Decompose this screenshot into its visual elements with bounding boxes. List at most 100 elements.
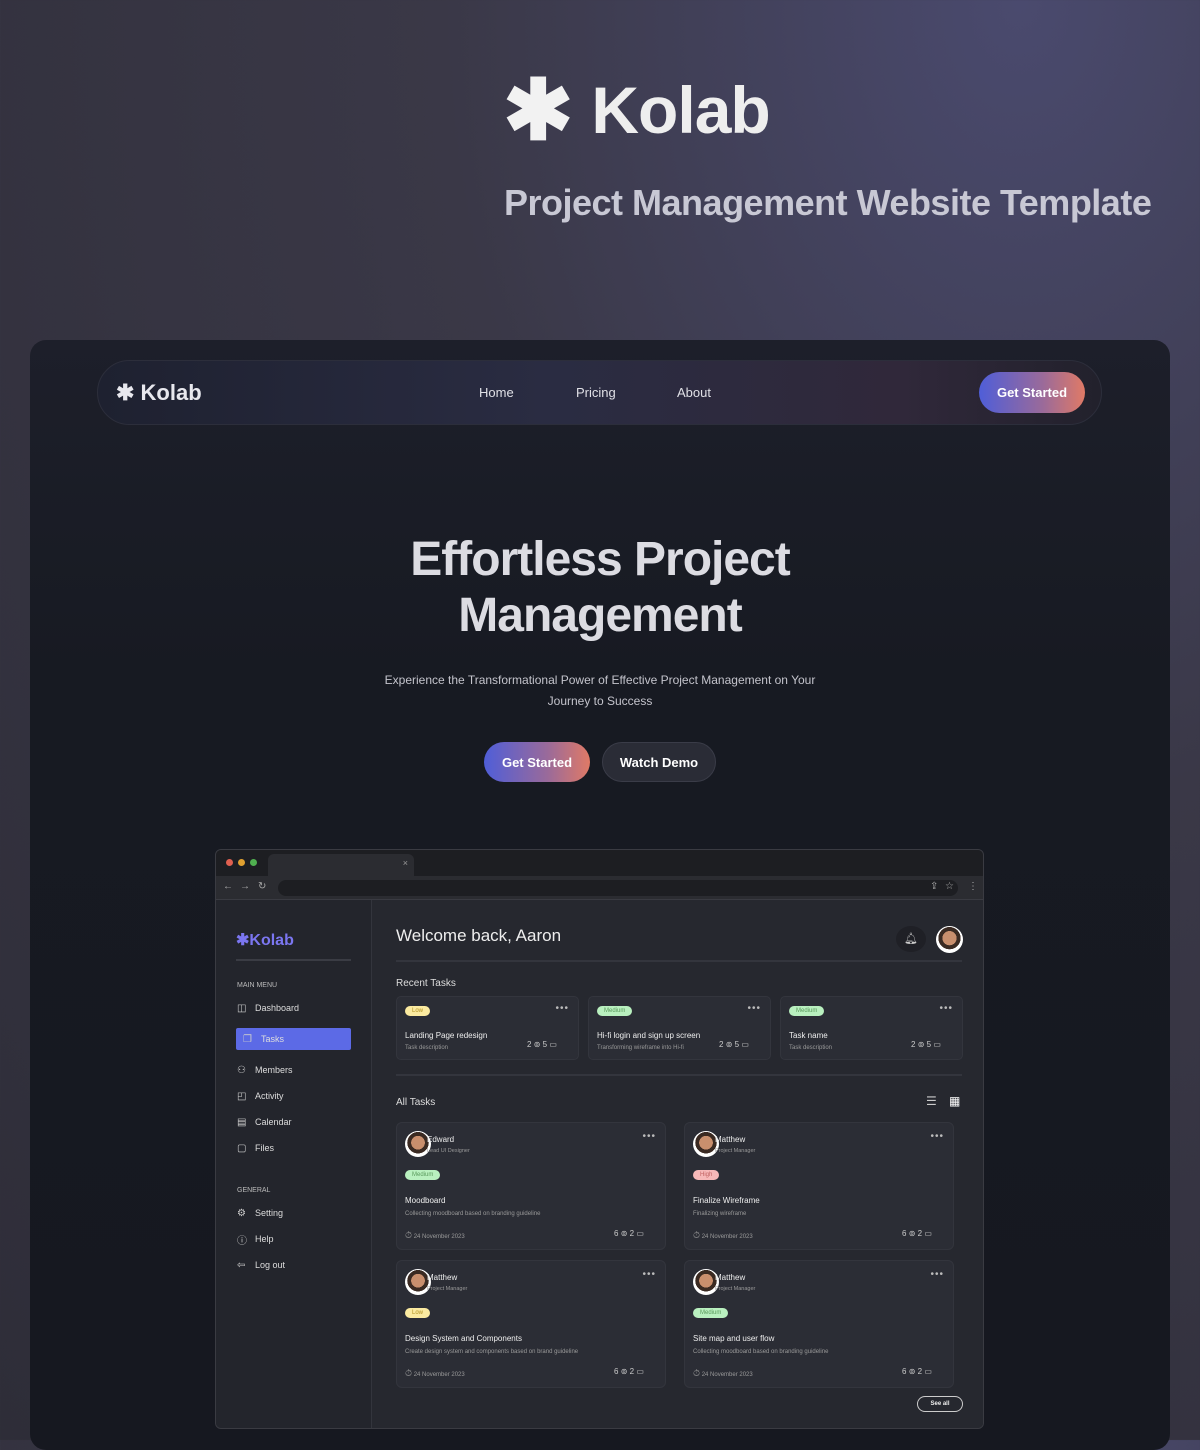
attachment-count: 6 ⊚ 2 ▭	[614, 1367, 644, 1376]
comment-icon: ▭	[924, 1229, 932, 1238]
more-icon[interactable]: •••	[747, 1003, 761, 1014]
recent-task-card[interactable]: Medium ••• Task name Task description 2 …	[780, 996, 963, 1060]
divider	[396, 1074, 962, 1076]
assignee-role: Project Manager	[715, 1148, 756, 1154]
more-icon[interactable]: •••	[930, 1131, 944, 1142]
see-all-button[interactable]: See all	[917, 1396, 963, 1412]
task-card[interactable]: Edward Lead UI Designer ••• Medium Moodb…	[396, 1122, 666, 1250]
divider	[396, 960, 962, 962]
more-icon[interactable]: •••	[555, 1003, 569, 1014]
sidebar-item-log-out[interactable]: ⇦ Log out	[236, 1254, 351, 1276]
task-title: Site map and user flow	[693, 1334, 775, 1343]
sidebar-item-tasks[interactable]: ❐ Tasks	[236, 1028, 351, 1050]
assignee-role: Project Manager	[427, 1286, 468, 1292]
tasks-icon: ❐	[243, 1033, 252, 1045]
members-icon: ⚇	[237, 1064, 246, 1076]
nav-logo[interactable]: ✱ Kolab	[116, 380, 202, 406]
timer-icon: ⏱︎	[693, 1368, 701, 1378]
task-card[interactable]: Matthew Project Manager ••• Low Design S…	[396, 1260, 666, 1388]
comment-icon: ▭	[636, 1229, 644, 1238]
task-description: Collecting moodboard based on branding g…	[693, 1349, 829, 1355]
hero-subtitle: Experience the Transformational Power of…	[384, 673, 816, 708]
website-preview: ✱ Kolab Home Pricing About Get Started E…	[30, 340, 1170, 1450]
due-date: ⏱︎ 24 November 2023	[693, 1368, 753, 1378]
task-description: Transforming wireframe into Hi-fi	[597, 1045, 684, 1051]
timer-icon: ⏱︎	[405, 1368, 413, 1378]
attachment-count: 2 ⊚ 5 ▭	[911, 1040, 941, 1049]
timer-icon: ⏱︎	[405, 1230, 413, 1240]
due-date: ⏱︎ 24 November 2023	[405, 1368, 465, 1378]
browser-tab[interactable]: ×	[268, 854, 414, 876]
sidebar-item-setting[interactable]: ⚙ Setting	[236, 1202, 351, 1224]
forward-icon[interactable]: →	[240, 881, 250, 892]
attachment-icon: ⊚	[620, 1229, 628, 1238]
task-description: Task description	[405, 1045, 449, 1051]
sidebar-item-help[interactable]: ⓘ Help	[236, 1228, 351, 1250]
welcome-heading: Welcome back, Aaron	[396, 926, 562, 945]
watch-demo-button[interactable]: Watch Demo	[602, 742, 716, 782]
assignee-name: Matthew	[715, 1273, 746, 1282]
brand-header: ✱ Kolab	[503, 63, 771, 157]
share-icon[interactable]: ⇪	[930, 881, 938, 892]
priority-badge: Low	[405, 1006, 431, 1016]
more-icon[interactable]: •••	[930, 1269, 944, 1280]
attachment-count: 6 ⊚ 2 ▭	[902, 1229, 932, 1238]
back-icon[interactable]: ←	[223, 881, 233, 892]
attachment-count: 2 ⊚ 5 ▭	[527, 1040, 557, 1049]
sidebar-item-activity[interactable]: ◰ Activity	[236, 1085, 351, 1107]
url-input[interactable]	[278, 880, 958, 896]
assignee-role: Project Manager	[715, 1286, 756, 1292]
browser-mockup: × ← → ↻ ⇪ ☆ ⋮ ✱Kolab MAIN MENU ◫ Dashboar…	[215, 849, 984, 1429]
nav-get-started-button[interactable]: Get Started	[979, 372, 1085, 413]
attachment-icon: ⊚	[533, 1040, 541, 1049]
minimize-dot	[238, 859, 245, 866]
more-icon[interactable]: •••	[642, 1269, 656, 1280]
general-label: GENERAL	[237, 1187, 271, 1194]
main-content: Welcome back, Aaron 🔔︎ Recent Tasks Low …	[373, 900, 983, 1428]
tagline: Project Management Website Template	[504, 182, 1152, 223]
star-icon[interactable]: ☆	[945, 881, 954, 892]
assignee-role: Lead UI Designer	[427, 1148, 470, 1154]
priority-badge: Low	[405, 1308, 431, 1318]
grid-view-icon[interactable]: ▦	[949, 1094, 960, 1108]
task-description: Create design system and components base…	[405, 1349, 579, 1355]
sidebar-item-dashboard[interactable]: ◫ Dashboard	[236, 997, 351, 1019]
bell-icon[interactable]: 🔔︎	[896, 926, 926, 952]
comment-icon: ▭	[549, 1040, 557, 1049]
list-view-icon[interactable]: ☰	[926, 1094, 937, 1108]
task-card[interactable]: Matthew Project Manager ••• High Finaliz…	[684, 1122, 954, 1250]
attachment-icon: ⊚	[908, 1367, 916, 1376]
divider	[236, 959, 351, 961]
more-icon[interactable]: •••	[939, 1003, 953, 1014]
priority-badge: Medium	[693, 1308, 729, 1318]
asterisk-logo-icon: ✱	[503, 63, 574, 157]
nav-pricing[interactable]: Pricing	[576, 385, 616, 400]
activity-icon: ◰	[237, 1090, 247, 1102]
close-icon[interactable]: ×	[403, 858, 408, 868]
due-date: ⏱︎ 24 November 2023	[405, 1230, 465, 1240]
task-title: Moodboard	[405, 1196, 446, 1205]
asterisk-icon: ✱	[236, 932, 250, 949]
sidebar-item-members[interactable]: ⚇ Members	[236, 1059, 351, 1081]
attachment-icon: ⊚	[725, 1040, 733, 1049]
attachment-icon: ⊚	[620, 1367, 628, 1376]
reload-icon[interactable]: ↻	[258, 881, 266, 892]
sidebar-item-calendar[interactable]: ▤ Calendar	[236, 1111, 351, 1133]
nav-about[interactable]: About	[677, 385, 711, 400]
priority-badge: Medium	[405, 1170, 441, 1180]
nav-home[interactable]: Home	[479, 385, 514, 400]
gear-icon: ⚙	[237, 1207, 246, 1219]
menu-icon[interactable]: ⋮	[968, 881, 978, 892]
recent-task-card[interactable]: Medium ••• Hi-fi login and sign up scree…	[588, 996, 771, 1060]
navbar: ✱ Kolab Home Pricing About Get Started	[97, 360, 1102, 425]
comment-icon: ▭	[636, 1367, 644, 1376]
user-avatar[interactable]	[936, 926, 963, 953]
calendar-icon: ▤	[237, 1116, 247, 1128]
sidebar-item-files[interactable]: ▢ Files	[236, 1137, 351, 1159]
recent-task-card[interactable]: Low ••• Landing Page redesign Task descr…	[396, 996, 579, 1060]
more-icon[interactable]: •••	[642, 1131, 656, 1142]
task-card[interactable]: Matthew Project Manager ••• Medium Site …	[684, 1260, 954, 1388]
tab-bar: ×	[216, 850, 983, 876]
get-started-button[interactable]: Get Started	[484, 742, 590, 782]
help-icon: ⓘ	[237, 1235, 247, 1247]
